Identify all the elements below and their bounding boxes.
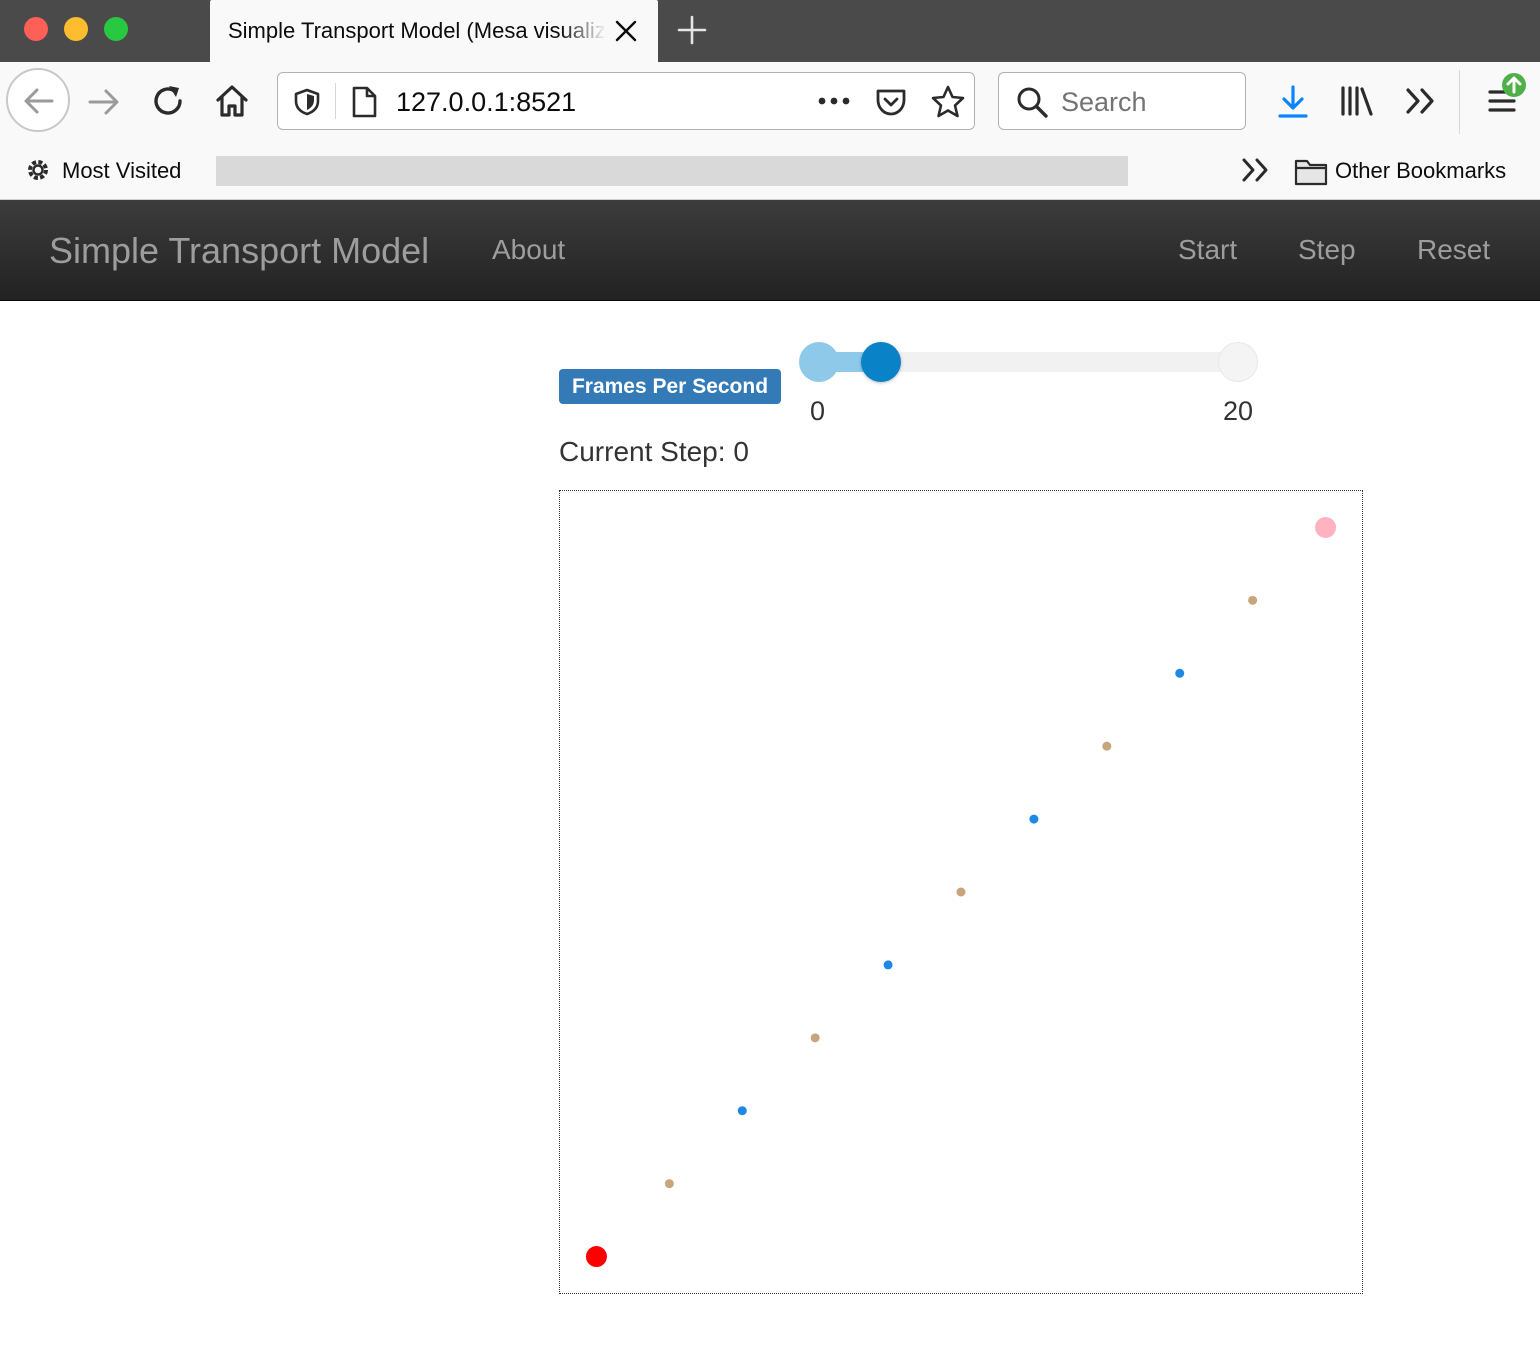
fps-slider-min-cap bbox=[799, 342, 839, 382]
close-window-button[interactable] bbox=[24, 17, 48, 41]
fps-slider-max-cap bbox=[1218, 342, 1258, 382]
plus-icon[interactable] bbox=[676, 14, 708, 46]
node-blue-agent bbox=[1175, 668, 1185, 678]
star-icon[interactable] bbox=[930, 84, 966, 120]
node-tan-agent bbox=[664, 1179, 674, 1189]
redacted-bookmarks bbox=[216, 156, 1128, 186]
url-bar[interactable]: 127.0.0.1:8521 bbox=[277, 72, 975, 130]
node-tan-agent bbox=[1102, 741, 1112, 751]
back-button[interactable] bbox=[6, 68, 70, 132]
overflow-icon[interactable] bbox=[1404, 86, 1438, 116]
window-titlebar: Simple Transport Model (Mesa visualizati… bbox=[0, 0, 1540, 62]
grid-svg bbox=[585, 516, 1337, 1268]
search-bar[interactable]: Search bbox=[998, 72, 1246, 130]
start-button[interactable]: Start bbox=[1178, 234, 1237, 266]
shield-icon[interactable] bbox=[292, 87, 322, 117]
bookmarks-overflow-icon[interactable] bbox=[1240, 156, 1272, 184]
pocket-icon[interactable] bbox=[874, 85, 908, 119]
reset-button[interactable]: Reset bbox=[1417, 234, 1490, 266]
search-placeholder: Search bbox=[1061, 87, 1147, 117]
node-blue-agent bbox=[737, 1106, 747, 1116]
current-step-value: 0 bbox=[733, 436, 749, 467]
origin-agent bbox=[585, 1246, 607, 1268]
bookmarks-toolbar: Most Visited Other Bookmarks bbox=[0, 142, 1540, 200]
close-icon[interactable] bbox=[612, 17, 640, 45]
node-blue-agent bbox=[883, 960, 893, 970]
app-navbar: Simple Transport Model About Start Step … bbox=[0, 200, 1540, 301]
more-icon[interactable] bbox=[816, 89, 852, 113]
bookmark-other-bookmarks[interactable]: Other Bookmarks bbox=[1335, 158, 1506, 184]
fps-min-label: 0 bbox=[810, 396, 826, 426]
search-icon bbox=[1017, 87, 1048, 118]
fps-max-label: 20 bbox=[1223, 396, 1254, 426]
about-link[interactable]: About bbox=[492, 234, 565, 266]
reload-icon[interactable] bbox=[150, 83, 186, 119]
fps-slider-handle[interactable] bbox=[861, 342, 901, 382]
node-tan-agent bbox=[810, 1033, 820, 1043]
node-blue-agent bbox=[1029, 814, 1039, 824]
url-text[interactable]: 127.0.0.1:8521 bbox=[396, 87, 576, 118]
download-icon[interactable] bbox=[1276, 84, 1310, 120]
url-separator bbox=[335, 83, 336, 119]
folder-icon bbox=[1294, 159, 1328, 186]
minimize-window-button[interactable] bbox=[64, 17, 88, 41]
forward-icon[interactable] bbox=[86, 84, 122, 120]
current-step-label: Current Step: bbox=[559, 436, 726, 467]
gear-icon bbox=[28, 160, 48, 180]
home-icon[interactable] bbox=[213, 82, 251, 120]
library-icon[interactable] bbox=[1338, 84, 1376, 118]
current-step-display: Current Step: 0 bbox=[559, 436, 749, 468]
zoom-window-button[interactable] bbox=[104, 17, 128, 41]
node-tan-agent bbox=[956, 887, 966, 897]
destination-agent bbox=[1315, 516, 1337, 538]
navigation-toolbar: 127.0.0.1:8521 Search bbox=[0, 62, 1540, 142]
back-icon bbox=[24, 88, 54, 114]
grid-canvas[interactable] bbox=[559, 490, 1363, 1294]
bookmark-most-visited[interactable]: Most Visited bbox=[62, 158, 181, 184]
tab-title: Simple Transport Model (Mesa visualizati… bbox=[228, 18, 606, 43]
step-button[interactable]: Step bbox=[1298, 234, 1356, 266]
browser-tab[interactable]: Simple Transport Model (Mesa visualizati… bbox=[210, 0, 658, 62]
toolbar-separator bbox=[1459, 70, 1460, 134]
app-title[interactable]: Simple Transport Model bbox=[49, 230, 429, 272]
node-tan-agent bbox=[1248, 595, 1258, 605]
page-icon[interactable] bbox=[349, 85, 379, 119]
update-badge-icon bbox=[1502, 73, 1526, 97]
fps-label: Frames Per Second bbox=[559, 369, 781, 404]
